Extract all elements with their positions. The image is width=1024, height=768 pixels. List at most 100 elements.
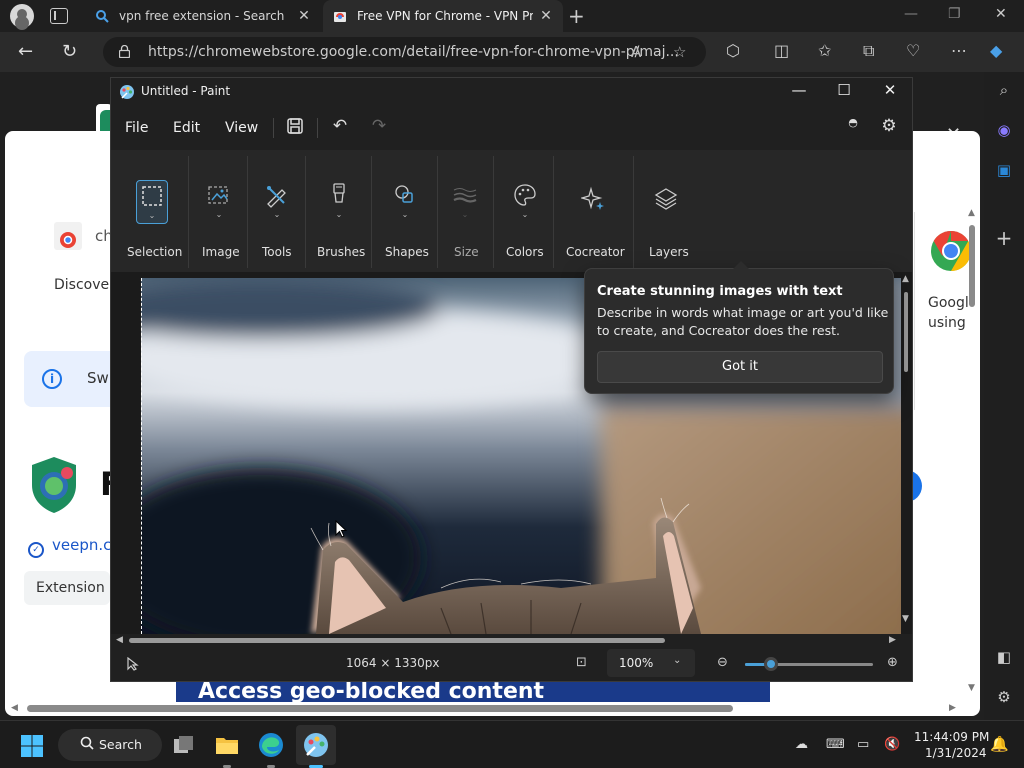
paint-taskbar-icon [304, 733, 328, 757]
sidebar-copilot-icon[interactable]: ◉ [994, 121, 1014, 141]
size-button[interactable]: ⌄ [451, 180, 479, 224]
discover-link[interactable]: Discover [54, 277, 115, 293]
scroll-right-icon[interactable]: ▶ [949, 703, 956, 713]
notification-bell-icon[interactable]: 🔔 [990, 735, 1009, 753]
tab-vpn[interactable]: Free VPN for Chrome - VPN Proxy ✕ [323, 0, 563, 32]
copilot-icon[interactable]: ◆ [990, 41, 1002, 60]
lock-icon[interactable] [119, 45, 130, 58]
layers-button[interactable] [652, 180, 680, 224]
tab-search[interactable]: vpn free extension - Search ✕ [85, 0, 321, 32]
menu-divider [317, 118, 318, 138]
veepn-link[interactable]: ✓ veepn.c [28, 536, 111, 558]
close-tab-icon[interactable]: ✕ [539, 8, 553, 24]
file-explorer-icon[interactable] [213, 731, 241, 759]
scroll-down-icon[interactable]: ▼ [968, 683, 975, 693]
page-hscroll-thumb[interactable] [27, 705, 733, 712]
read-aloud-icon[interactable]: A [631, 43, 641, 61]
redo-icon[interactable]: ↷ [369, 116, 389, 136]
shapes-button[interactable]: ⌄ [391, 180, 419, 224]
paint-taskbar-button[interactable] [296, 725, 336, 765]
scroll-up-icon[interactable]: ▲ [968, 208, 975, 218]
colors-button[interactable]: ⌄ [511, 180, 539, 224]
taskbar-search-label: Search [99, 737, 142, 752]
info-banner: i Sw [24, 351, 114, 407]
url-text[interactable]: https://chromewebstore.google.com/detail… [148, 44, 679, 60]
menu-edit[interactable]: Edit [173, 120, 200, 136]
canvas-scroll-down-icon[interactable]: ▼ [902, 614, 909, 624]
zoom-out-icon[interactable]: ⊖ [717, 655, 728, 670]
profile-avatar-icon[interactable] [10, 4, 34, 28]
canvas-scroll-up-icon[interactable]: ▲ [902, 274, 909, 284]
tab-actions-icon[interactable] [50, 8, 68, 24]
extensions-icon[interactable]: ⬡ [726, 41, 740, 60]
page-vscroll-thumb[interactable] [969, 225, 975, 307]
brushes-chevron-icon: ⌄ [335, 210, 343, 219]
canvas-horizontal-scrollbar[interactable]: ◀ ▶ [111, 634, 912, 646]
more-options-icon[interactable]: ⋯ [951, 41, 967, 60]
cocreator-button[interactable] [580, 180, 608, 224]
edge-browser-icon[interactable] [257, 731, 285, 759]
menu-view[interactable]: View [225, 120, 258, 136]
new-tab-icon[interactable]: + [568, 4, 585, 28]
sidebar-add-icon[interactable]: + [994, 226, 1014, 250]
back-icon[interactable]: ← [18, 41, 33, 62]
menu-divider [273, 118, 274, 138]
image-chevron-icon: ⌄ [215, 210, 223, 219]
got-it-button[interactable]: Got it [597, 351, 883, 383]
display-icon[interactable]: ▭ [857, 737, 869, 752]
task-view-icon[interactable] [170, 731, 198, 759]
undo-icon[interactable]: ↶ [330, 116, 350, 136]
volume-muted-icon[interactable]: 🔇 [884, 737, 900, 752]
network-off-icon[interactable]: ☁ [795, 737, 808, 752]
page-vertical-scrollbar[interactable]: ▲ ▼ [966, 205, 980, 695]
restore-icon[interactable]: ❐ [948, 6, 961, 22]
sidebar-layout-icon[interactable]: ◧ [994, 648, 1014, 668]
clock-date[interactable]: 1/31/2024 [925, 746, 987, 760]
canvas-scroll-right-icon[interactable]: ▶ [889, 635, 896, 645]
canvas-vertical-scrollbar[interactable]: ▲ ▼ [901, 272, 912, 634]
account-icon[interactable]: ◓ [843, 116, 863, 136]
cocreator-teaching-tip: Create stunning images with text Describ… [584, 261, 894, 394]
sidebar-outlook-icon[interactable]: ▣ [994, 161, 1014, 181]
selection-tool-button[interactable]: ⌄ [136, 180, 168, 224]
address-field[interactable]: https://chromewebstore.google.com/detail… [103, 37, 706, 67]
zoom-in-icon[interactable]: ⊕ [887, 655, 898, 670]
browser-essentials-icon[interactable]: ♡ [906, 41, 920, 60]
paint-maximize-icon[interactable]: ☐ [829, 81, 859, 99]
veepn-link-text[interactable]: veepn.c [52, 536, 111, 554]
canvas-hscroll-thumb[interactable] [129, 638, 665, 643]
taskbar-search[interactable]: Search [58, 729, 162, 761]
image-tool-button[interactable]: ⌄ [205, 180, 233, 224]
collections-icon[interactable]: ⧉ [863, 41, 874, 61]
minimize-icon[interactable]: — [904, 6, 918, 22]
favorite-star-icon[interactable]: ☆ [673, 43, 686, 61]
refresh-icon[interactable]: ↻ [62, 41, 77, 62]
zoom-dropdown[interactable]: 100% ⌄ [607, 649, 695, 677]
split-screen-icon[interactable]: ◫ [774, 41, 789, 60]
close-window-icon[interactable]: ✕ [995, 6, 1007, 22]
scroll-left-icon[interactable]: ◀ [11, 703, 18, 713]
paint-settings-icon[interactable]: ⚙ [879, 116, 899, 136]
windows-start-icon[interactable] [21, 735, 43, 757]
promo-banner: Access geo-blocked content [176, 682, 770, 702]
favorites-icon[interactable]: ✩ [818, 41, 831, 60]
sidebar-search-icon[interactable]: ⌕ [994, 81, 1014, 101]
clock-time[interactable]: 11:44:09 PM [914, 730, 989, 744]
sidebar-settings-icon[interactable]: ⚙ [994, 688, 1014, 708]
paint-close-icon[interactable]: ✕ [875, 81, 905, 99]
extension-chip[interactable]: Extension [24, 571, 110, 605]
page-horizontal-scrollbar[interactable]: ◀ ▶ [5, 700, 965, 716]
canvas-scroll-left-icon[interactable]: ◀ [116, 635, 123, 645]
save-icon[interactable] [285, 116, 305, 136]
fit-to-window-icon[interactable]: ⊡ [576, 655, 587, 670]
keyboard-icon[interactable]: ⌨ [826, 737, 845, 752]
canvas-vscroll-thumb[interactable] [904, 292, 908, 372]
tools-button[interactable]: ⌄ [263, 180, 291, 224]
brushes-button[interactable]: ⌄ [325, 180, 353, 224]
paint-minimize-icon[interactable]: — [784, 81, 814, 99]
menu-file[interactable]: File [125, 120, 148, 136]
image-dimensions: 1064 × 1330px [346, 656, 440, 670]
close-tab-icon[interactable]: ✕ [297, 8, 311, 24]
zoom-slider-thumb[interactable] [763, 657, 778, 671]
pencil-tools-icon [267, 186, 286, 208]
